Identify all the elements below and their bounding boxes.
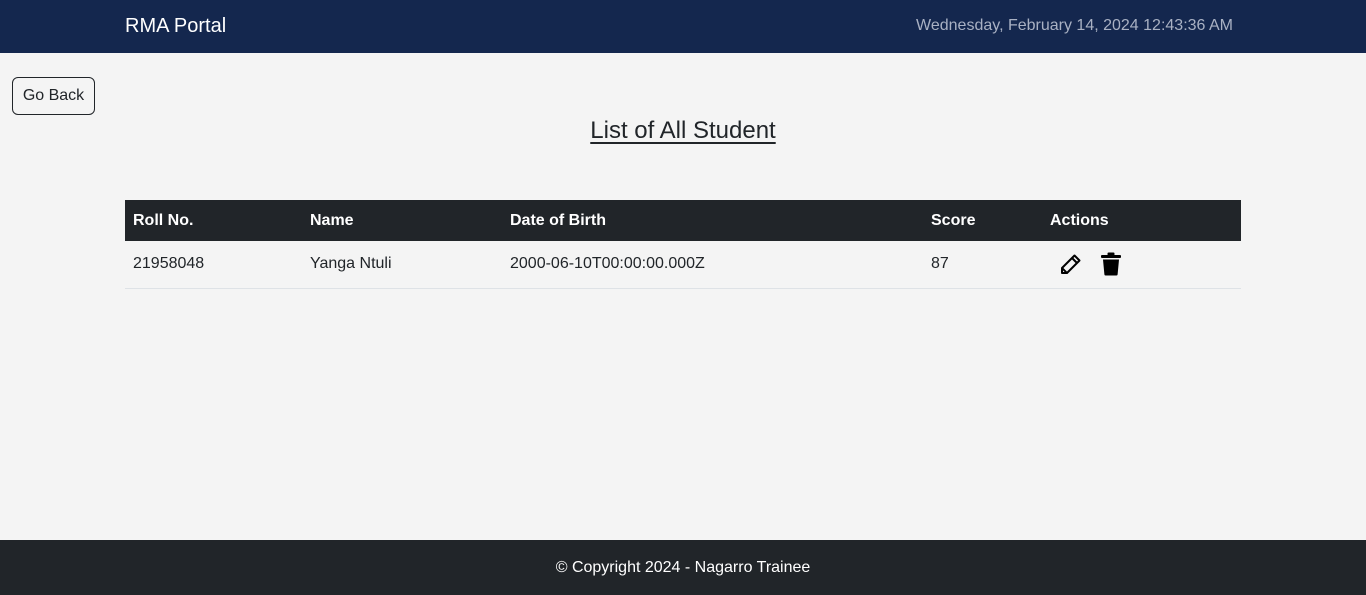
cell-name: Yanga Ntuli — [310, 255, 392, 273]
trash-icon[interactable] — [1098, 251, 1124, 277]
cell-score: 87 — [931, 255, 949, 273]
current-datetime: Wednesday, February 14, 2024 12:43:36 AM — [916, 17, 1233, 34]
header-actions: Actions — [1050, 211, 1109, 229]
header-date-of-birth: Date of Birth — [510, 211, 606, 229]
go-back-button[interactable]: Go Back — [12, 77, 95, 115]
header-score: Score — [931, 211, 976, 229]
navbar: RMA Portal Wednesday, February 14, 2024 … — [0, 0, 1366, 53]
cell-date-of-birth: 2000-06-10T00:00:00.000Z — [510, 255, 705, 273]
students-table: Roll No. Name Date of Birth Score Action… — [125, 200, 1241, 289]
footer: © Copyright 2024 - Nagarro Trainee — [0, 540, 1366, 595]
header-roll-no: Roll No. — [133, 211, 194, 229]
copyright-text: © Copyright 2024 - Nagarro Trainee — [555, 559, 811, 576]
cell-actions — [1042, 241, 1241, 288]
header-name: Name — [310, 211, 354, 229]
brand-title[interactable]: RMA Portal — [125, 14, 226, 38]
page-title: List of All Student — [590, 117, 776, 144]
row-actions — [1050, 251, 1233, 277]
table-row: 21958048 Yanga Ntuli 2000-06-10T00:00:00… — [125, 241, 1241, 288]
table-header-row: Roll No. Name Date of Birth Score Action… — [125, 200, 1241, 241]
pencil-icon[interactable] — [1058, 251, 1084, 277]
cell-roll-no: 21958048 — [133, 255, 205, 273]
students-table-container: Roll No. Name Date of Birth Score Action… — [125, 200, 1241, 289]
